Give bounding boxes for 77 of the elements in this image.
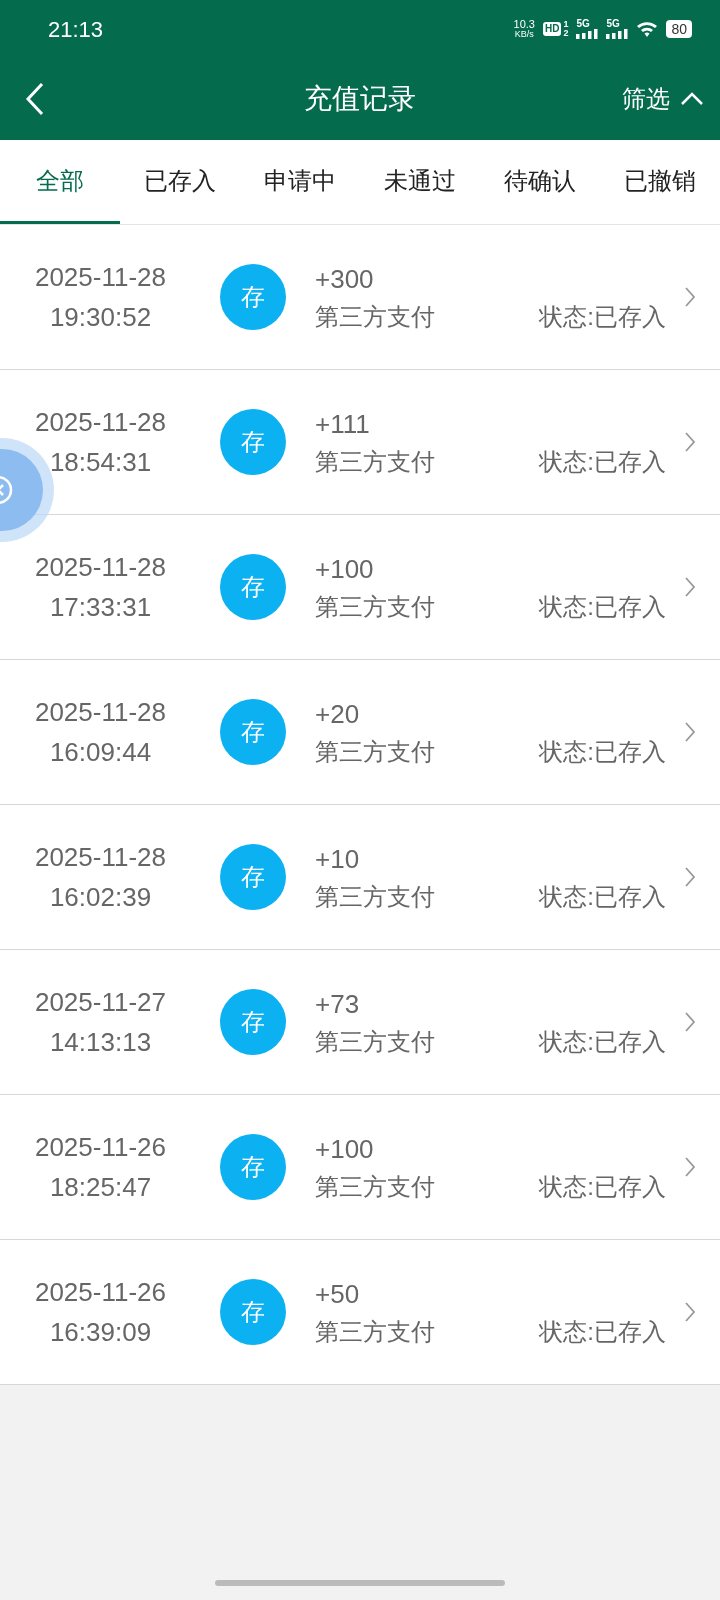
payment-method: 第三方支付 — [315, 1027, 435, 1057]
deposit-badge: 存 — [220, 409, 286, 475]
battery-icon: 80 — [666, 20, 692, 38]
record-status: 状态:已存入 — [539, 592, 666, 622]
record-time: 18:54:31 — [49, 446, 152, 479]
record-time: 16:39:09 — [49, 1316, 152, 1349]
back-icon[interactable] — [24, 82, 46, 116]
network-type: 5G — [576, 19, 590, 29]
payment-method: 第三方支付 — [315, 302, 435, 332]
tab[interactable]: 已存入 — [120, 140, 240, 224]
chevron-right-icon[interactable] — [684, 286, 696, 308]
record-date: 2025-11-26 — [34, 1131, 167, 1164]
speed-unit: KB/s — [514, 30, 534, 39]
deposit-badge: 存 — [220, 989, 286, 1055]
tab[interactable]: 申请中 — [240, 140, 360, 224]
chevron-right-icon[interactable] — [684, 866, 696, 888]
chevron-right-icon[interactable] — [684, 1156, 696, 1178]
deposit-badge: 存 — [220, 1279, 286, 1345]
record-date: 2025-11-28 — [34, 551, 167, 584]
record-amount: +50 — [315, 1278, 361, 1311]
payment-method: 第三方支付 — [315, 737, 435, 767]
record-amount: +100 — [315, 553, 375, 586]
record-date: 2025-11-28 — [34, 406, 167, 439]
record-status: 状态:已存入 — [539, 882, 666, 912]
signal-icon — [606, 29, 629, 39]
tab[interactable]: 未通过 — [360, 140, 480, 224]
record-time: 19:30:52 — [49, 301, 152, 334]
payment-method: 第三方支付 — [315, 882, 435, 912]
payment-method: 第三方支付 — [315, 1317, 435, 1347]
record-time: 18:25:47 — [49, 1171, 152, 1204]
record-date: 2025-11-27 — [34, 986, 167, 1019]
record-date: 2025-11-28 — [34, 261, 167, 294]
network-type: 5G — [606, 19, 620, 29]
deposit-badge: 存 — [220, 844, 286, 910]
sim-number: 2 — [563, 29, 569, 38]
record-amount: +300 — [315, 263, 375, 296]
signal-icon — [576, 29, 599, 39]
page-title: 充值记录 — [304, 82, 416, 116]
deposit-badge: 存 — [220, 1134, 286, 1200]
tab[interactable]: 待确认 — [480, 140, 600, 224]
record-amount: +73 — [315, 988, 361, 1021]
payment-method: 第三方支付 — [315, 592, 435, 622]
filter-button[interactable]: 筛选 — [622, 81, 704, 117]
clock: 21:13 — [48, 15, 104, 44]
record-time: 16:02:39 — [49, 881, 152, 914]
record-status: 状态:已存入 — [539, 447, 666, 477]
record-date: 2025-11-26 — [34, 1276, 167, 1309]
deposit-badge: 存 — [220, 264, 286, 330]
record-time: 16:09:44 — [49, 736, 152, 769]
record-status: 状态:已存入 — [539, 1172, 666, 1202]
chevron-right-icon[interactable] — [684, 431, 696, 453]
chevron-right-icon[interactable] — [684, 1301, 696, 1323]
wifi-icon — [636, 20, 659, 38]
record-amount: +20 — [315, 698, 361, 731]
record-status: 状态:已存入 — [539, 302, 666, 332]
record-amount: +10 — [315, 843, 361, 876]
chevron-up-icon — [680, 92, 704, 106]
deposit-badge: 存 — [220, 554, 286, 620]
record-time: 17:33:31 — [49, 591, 152, 624]
sim-number: 1 — [563, 20, 569, 29]
payment-method: 第三方支付 — [315, 447, 435, 477]
record-date: 2025-11-28 — [34, 841, 167, 874]
chevron-right-icon[interactable] — [684, 576, 696, 598]
record-amount: +111 — [315, 408, 371, 441]
hd-badge: HD — [542, 22, 562, 36]
record-status: 状态:已存入 — [539, 1027, 666, 1057]
record-time: 14:13:13 — [49, 1026, 152, 1059]
record-status: 状态:已存入 — [539, 1317, 666, 1347]
record-status: 状态:已存入 — [539, 737, 666, 767]
payment-method: 第三方支付 — [315, 1172, 435, 1202]
record-amount: +100 — [315, 1133, 375, 1166]
record-date: 2025-11-28 — [34, 696, 167, 729]
tab[interactable]: 已撤销 — [600, 140, 720, 224]
chevron-right-icon[interactable] — [684, 1011, 696, 1033]
deposit-badge: 存 — [220, 699, 286, 765]
network-speed: 10.3 — [513, 19, 535, 30]
chevron-right-icon[interactable] — [684, 721, 696, 743]
